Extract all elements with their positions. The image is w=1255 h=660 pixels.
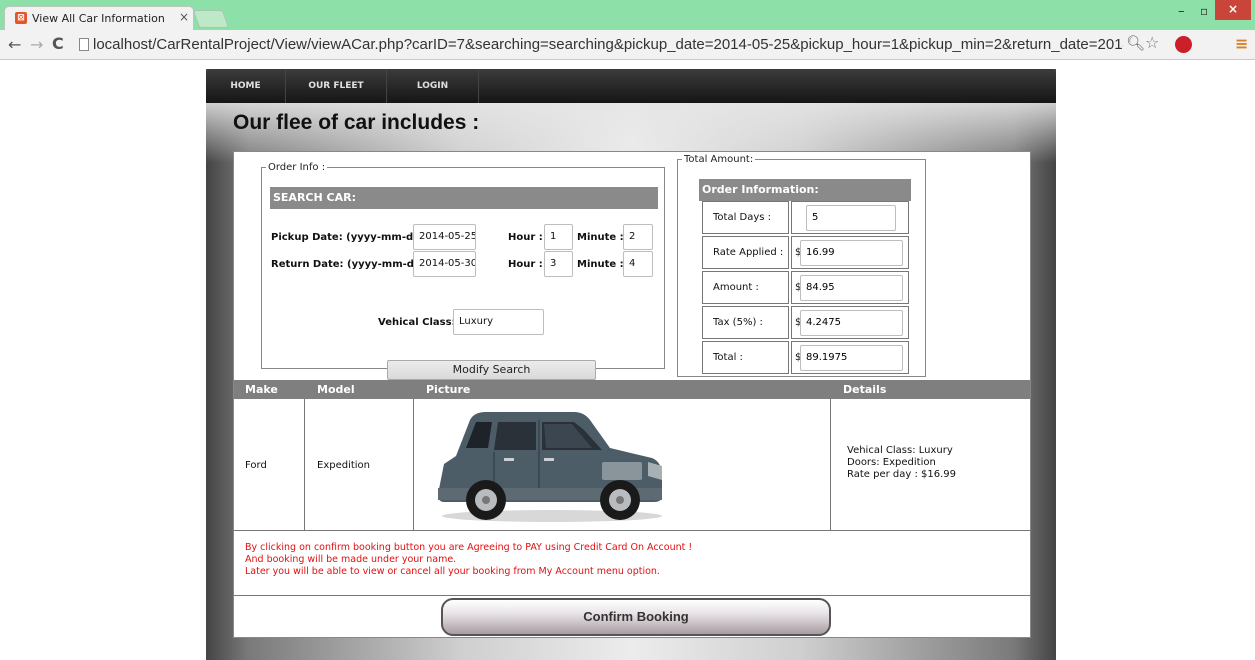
- page-title: Our flee of car includes :: [233, 111, 480, 134]
- detail-class: Vehical Class: Luxury: [847, 445, 953, 456]
- tab-title: View All Car Information: [32, 12, 165, 25]
- menu-icon[interactable]: ≡: [1235, 34, 1248, 53]
- column-header-picture: Picture: [426, 383, 471, 396]
- modify-search-button[interactable]: Modify Search: [387, 360, 596, 380]
- total-value[interactable]: 89.1975: [800, 345, 903, 371]
- column-header-details: Details: [843, 383, 887, 396]
- column-header-model: Model: [317, 383, 355, 396]
- car-image: [438, 412, 662, 522]
- search-car-header: SEARCH CAR:: [270, 187, 658, 209]
- table-row: Total : $ 89.1975: [702, 341, 932, 374]
- back-arrow-icon[interactable]: ←: [8, 35, 21, 54]
- return-date-label: Return Date: (yyyy-mm-dd): [271, 259, 426, 270]
- car-make: Ford: [245, 460, 267, 471]
- pickup-date-input[interactable]: 2014-05-25: [413, 224, 476, 250]
- tax-value[interactable]: 4.2475: [800, 310, 903, 336]
- site-container: HOME OUR FLEET LOGIN Our flee of car inc…: [206, 69, 1056, 660]
- favicon-icon: ⊠: [15, 12, 27, 24]
- return-minute-input[interactable]: 4: [623, 251, 653, 277]
- vehicle-class-label: Vehical Class:: [378, 317, 456, 328]
- table-row: Rate Applied : $ 16.99: [702, 236, 932, 269]
- nav-fleet-link[interactable]: OUR FLEET: [286, 69, 387, 103]
- content-panel: Order Info : SEARCH CAR: Pickup Date: (y…: [233, 151, 1031, 638]
- detail-doors: Doors: Expedition: [847, 457, 936, 468]
- warning-line: And booking will be made under your name…: [245, 554, 457, 565]
- reload-icon[interactable]: C: [52, 34, 64, 53]
- tab-close-icon[interactable]: ×: [179, 10, 189, 24]
- extension-icon[interactable]: [1175, 36, 1192, 53]
- table-row: Amount : $ 84.95: [702, 271, 932, 304]
- pickup-minute-input[interactable]: 2: [623, 224, 653, 250]
- url-input[interactable]: localhost/CarRentalProject/View/viewACar…: [93, 36, 1123, 53]
- return-minute-label: Minute :: [577, 259, 624, 270]
- confirm-booking-button[interactable]: Confirm Booking: [441, 598, 831, 636]
- address-bar: ← → C localhost/CarRentalProject/View/vi…: [0, 30, 1255, 60]
- return-date-input[interactable]: 2014-05-30: [413, 251, 476, 277]
- total-days-label: Total Days :: [713, 212, 772, 223]
- warning-line: By clicking on confirm booking button yo…: [245, 542, 693, 553]
- minimize-icon[interactable]: –: [1178, 4, 1185, 19]
- nav-login-link[interactable]: LOGIN: [387, 69, 479, 103]
- amount-label: Amount :: [713, 282, 759, 293]
- zoom-icon[interactable]: 🔍︎: [1126, 34, 1145, 52]
- pickup-minute-label: Minute :: [577, 232, 624, 243]
- order-info-legend: Order Info :: [268, 162, 326, 173]
- order-information-header: Order Information:: [699, 179, 911, 201]
- return-hour-input[interactable]: 3: [544, 251, 573, 277]
- rate-applied-label: Rate Applied :: [713, 247, 784, 258]
- page-icon: [79, 38, 89, 51]
- browser-tab[interactable]: ⊠ View All Car Information ×: [4, 6, 194, 30]
- new-tab-button[interactable]: [192, 10, 230, 28]
- car-table-header: Make Model Picture Details: [234, 380, 1030, 399]
- forward-arrow-icon[interactable]: →: [30, 35, 43, 54]
- column-header-make: Make: [245, 383, 278, 396]
- warning-line: Later you will be able to view or cancel…: [245, 566, 660, 577]
- amount-value[interactable]: 84.95: [800, 275, 903, 301]
- total-amount-legend: Total Amount:: [684, 154, 754, 165]
- rate-applied-value[interactable]: 16.99: [800, 240, 903, 266]
- order-info-fieldset: Order Info : SEARCH CAR: Pickup Date: (y…: [261, 162, 665, 380]
- booking-warning: By clicking on confirm booking button yo…: [245, 542, 692, 578]
- car-details: Vehical Class: Luxury Doors: Expedition …: [847, 445, 956, 481]
- total-days-value[interactable]: 5: [806, 205, 896, 231]
- return-hour-label: Hour :: [508, 259, 543, 270]
- pickup-date-label: Pickup Date: (yyyy-mm-dd): [271, 232, 425, 243]
- pickup-hour-label: Hour :: [508, 232, 543, 243]
- car-model: Expedition: [317, 460, 371, 471]
- total-label: Total :: [713, 352, 743, 363]
- maximize-icon[interactable]: ▫: [1200, 4, 1208, 18]
- tax-label: Tax (5%) :: [713, 317, 763, 328]
- main-nav: HOME OUR FLEET LOGIN: [206, 69, 1056, 103]
- window-close-icon[interactable]: ×: [1215, 0, 1251, 20]
- bookmark-star-icon[interactable]: ☆: [1145, 33, 1159, 52]
- nav-home-link[interactable]: HOME: [206, 69, 286, 103]
- total-amount-fieldset: Total Amount: Order Information: Total D…: [677, 154, 926, 377]
- table-row: Tax (5%) : $ 4.2475: [702, 306, 932, 339]
- browser-tabstrip: ⊠ View All Car Information × – ▫ ×: [0, 0, 1255, 30]
- vehicle-class-input[interactable]: Luxury: [453, 309, 544, 335]
- detail-rate: Rate per day : $16.99: [847, 469, 957, 480]
- table-row: Total Days : 5: [702, 201, 932, 234]
- pickup-hour-input[interactable]: 1: [544, 224, 573, 250]
